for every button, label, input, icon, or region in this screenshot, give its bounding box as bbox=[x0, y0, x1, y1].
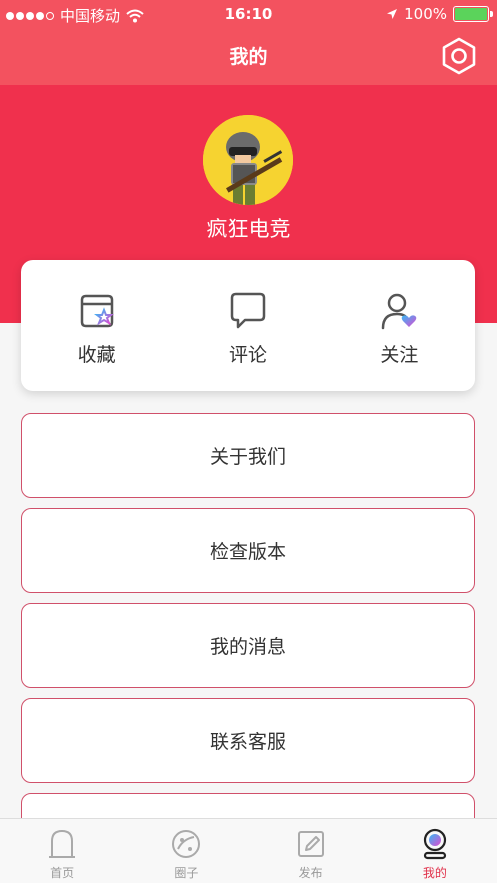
tab-circle-label: 圈子 bbox=[174, 866, 199, 880]
planet-icon bbox=[172, 830, 201, 858]
tab-bar: 首页 圈子 发布 我的 bbox=[0, 818, 497, 883]
menu-item-label: 关于我们 bbox=[209, 446, 286, 468]
menu-item-contact-support[interactable]: 联系客服 bbox=[21, 698, 475, 783]
menu-item-label: 联系客服 bbox=[209, 731, 286, 753]
tab-publish-label: 发布 bbox=[298, 866, 323, 880]
tab-home-label: 首页 bbox=[50, 866, 75, 880]
follow-label: 关注 bbox=[380, 344, 419, 366]
profile-icon bbox=[423, 828, 446, 860]
tab-home[interactable]: 首页 bbox=[0, 819, 124, 883]
status-bar: 中国移动 16:10 100% bbox=[0, 0, 497, 28]
tab-mine[interactable]: 我的 bbox=[373, 819, 497, 883]
menu-item-label: 我的消息 bbox=[209, 636, 286, 658]
page-title: 我的 bbox=[229, 46, 268, 68]
tab-publish[interactable]: 发布 bbox=[249, 819, 373, 883]
battery-icon bbox=[453, 6, 493, 22]
avatar[interactable] bbox=[203, 115, 293, 205]
menu-item-check-version[interactable]: 检查版本 bbox=[21, 508, 475, 593]
favorites-label: 收藏 bbox=[77, 344, 116, 366]
favorites-button[interactable]: 收藏 bbox=[21, 260, 172, 391]
tab-circle[interactable]: 圈子 bbox=[124, 819, 248, 883]
edit-icon bbox=[297, 831, 324, 857]
settings-hexagon-icon[interactable] bbox=[439, 36, 479, 76]
action-card: 收藏 评论 关注 bbox=[21, 260, 475, 391]
soldier-avatar-icon bbox=[203, 115, 293, 205]
comment-icon bbox=[230, 292, 266, 329]
comments-label: 评论 bbox=[228, 344, 267, 366]
comments-button[interactable]: 评论 bbox=[172, 260, 323, 391]
location-arrow-icon bbox=[387, 9, 398, 19]
username: 疯狂电竞 bbox=[206, 217, 291, 241]
follow-icon bbox=[382, 293, 417, 330]
tab-mine-label: 我的 bbox=[422, 866, 447, 880]
follow-button[interactable]: 关注 bbox=[324, 260, 475, 391]
menu-item-about-us[interactable]: 关于我们 bbox=[21, 413, 475, 498]
battery-percent: 100% bbox=[404, 5, 447, 23]
menu-item-label: 检查版本 bbox=[209, 541, 286, 563]
favorites-icon bbox=[80, 294, 114, 328]
home-icon bbox=[49, 829, 76, 858]
nav-bar: 我的 bbox=[0, 28, 497, 85]
menu-item-my-messages[interactable]: 我的消息 bbox=[21, 603, 475, 688]
